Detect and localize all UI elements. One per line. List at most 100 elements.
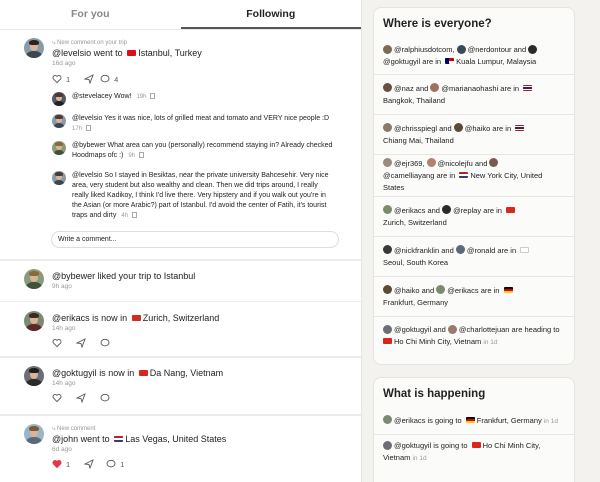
avatar[interactable]: [24, 38, 44, 58]
avatar[interactable]: [383, 44, 392, 54]
vietnam-flag-icon: [383, 338, 392, 345]
switzerland-flag-icon: [131, 314, 141, 321]
avatar[interactable]: [24, 269, 44, 289]
avatar[interactable]: [52, 114, 66, 128]
avatar[interactable]: [455, 245, 465, 255]
switzerland-flag-icon: [506, 206, 516, 213]
location-row: @haiko and @erikacs are in Frankfurt, Ge…: [374, 276, 574, 316]
tab-following[interactable]: Following: [180, 0, 361, 29]
thailand-flag-icon: [515, 124, 525, 131]
location-row: @chrisspiegl and @haiko are in Chiang Ma…: [374, 114, 574, 154]
feed-tabs: For you Following: [0, 0, 361, 30]
avatar[interactable]: [383, 415, 392, 425]
username-link[interactable]: @bybewer: [52, 271, 95, 281]
korea-flag-icon: [520, 246, 530, 253]
post-actions: 1 4: [52, 72, 352, 86]
comment-bubble-icon[interactable]: [100, 338, 110, 348]
heart-icon[interactable]: [52, 393, 62, 403]
location-row: @nickfranklin and @ronald are in Seoul, …: [374, 236, 574, 276]
avatar[interactable]: [52, 141, 66, 155]
comment-bubble-icon: [100, 74, 110, 83]
avatar[interactable]: [24, 366, 44, 386]
comment-button[interactable]: 4: [100, 74, 118, 84]
delete-icon[interactable]: [132, 212, 137, 219]
comment-user[interactable]: @levelsio: [72, 172, 102, 179]
comment-bubble-icon[interactable]: [100, 393, 110, 403]
send-icon: [84, 74, 94, 84]
avatar[interactable]: [383, 245, 392, 255]
avatar[interactable]: [426, 158, 436, 168]
comment: @levelsio Yes it was nice, lots of grill…: [52, 114, 352, 141]
location-row: @naz and @marianaohashi are in Bangkok, …: [374, 74, 574, 114]
delete-icon[interactable]: [139, 152, 144, 159]
delete-icon[interactable]: [150, 93, 156, 100]
heart-icon[interactable]: [52, 338, 62, 348]
username-link[interactable]: @erikacs: [52, 313, 90, 323]
like-button[interactable]: 1: [52, 459, 70, 469]
thailand-flag-icon: [523, 84, 533, 91]
comment-button[interactable]: 1: [106, 459, 124, 469]
place-link[interactable]: Las Vegas, United States: [125, 434, 226, 444]
avatar[interactable]: [489, 158, 499, 168]
like-button[interactable]: 1: [52, 74, 70, 84]
avatar[interactable]: [383, 158, 392, 168]
comment-user[interactable]: @levelsio: [72, 115, 102, 122]
avatar[interactable]: [383, 205, 392, 215]
avatar[interactable]: [383, 285, 392, 295]
usa-flag-icon: [459, 171, 469, 178]
send-icon[interactable]: [76, 393, 86, 403]
avatar[interactable]: [24, 424, 44, 444]
comment-input[interactable]: Write a comment...: [51, 231, 339, 248]
turkey-flag-icon: [127, 49, 137, 56]
event-row: @goktugyil is going to Ho Chi Minh City,…: [374, 434, 574, 470]
avatar[interactable]: [436, 285, 446, 295]
panel-title: Where is everyone?: [383, 18, 492, 30]
username-link[interactable]: @goktugyil: [52, 368, 97, 378]
comment-user[interactable]: @stevelacey: [72, 93, 112, 100]
avatar[interactable]: [52, 92, 66, 106]
username-link[interactable]: @john: [52, 434, 78, 444]
event-row: @erikacs is going to Frankfurt, Germany …: [374, 408, 574, 434]
avatar[interactable]: [383, 123, 392, 133]
avatar[interactable]: [383, 440, 392, 450]
notification-label: ⤷ New comment on your trip: [52, 40, 128, 46]
feed-post-erikacs-zurich: @erikacs is now in Zurich, Switzerland 1…: [0, 303, 361, 357]
malaysia-flag-icon: [445, 58, 455, 65]
heart-icon: [52, 460, 62, 469]
avatar[interactable]: [24, 311, 44, 331]
username-link[interactable]: @levelsio: [52, 48, 91, 58]
delete-icon[interactable]: [86, 125, 92, 132]
location-row: @erikacs and @replay are in Zurich, Swit…: [374, 196, 574, 236]
panel-title: What is happening: [383, 388, 486, 400]
avatar[interactable]: [453, 123, 463, 133]
tab-for-you[interactable]: For you: [0, 0, 181, 29]
send-icon: [84, 459, 94, 469]
avatar[interactable]: [447, 324, 457, 334]
comment-user[interactable]: @bybewer: [72, 142, 106, 149]
location-row: @goktugyil and @charlottejuan are headin…: [374, 316, 574, 356]
avatar[interactable]: [383, 83, 392, 93]
place-link[interactable]: Istanbul, Turkey: [138, 48, 202, 58]
feed-panel: For you Following ⤷ New comment on your …: [0, 0, 362, 482]
share-button[interactable]: [84, 74, 94, 84]
place-link[interactable]: Da Nang, Vietnam: [150, 368, 223, 378]
avatar[interactable]: [528, 44, 538, 54]
place-link[interactable]: Zurich, Switzerland: [143, 313, 220, 323]
feed-post-levelsio-istanbul: ⤷ New comment on your trip @levelsio wen…: [0, 30, 361, 260]
vietnam-flag-icon: [471, 442, 481, 449]
location-row: @ejr369, @nicolejfu and @camelliayang ar…: [374, 154, 574, 196]
avatar[interactable]: [442, 205, 452, 215]
avatar[interactable]: [52, 171, 66, 185]
avatar[interactable]: [456, 44, 466, 54]
usa-flag-icon: [114, 435, 124, 442]
comment: @stevelacey Wow! 19h: [52, 92, 352, 114]
share-button[interactable]: [84, 459, 94, 469]
comment-bubble-icon: [106, 459, 116, 468]
avatar[interactable]: [383, 324, 392, 334]
post-time: 16d ago: [52, 60, 76, 67]
what-is-happening-panel: What is happening @erikacs is going to F…: [373, 377, 575, 482]
avatar[interactable]: [430, 83, 440, 93]
vietnam-flag-icon: [138, 369, 148, 376]
send-icon[interactable]: [76, 338, 86, 348]
heart-icon: [52, 75, 62, 84]
